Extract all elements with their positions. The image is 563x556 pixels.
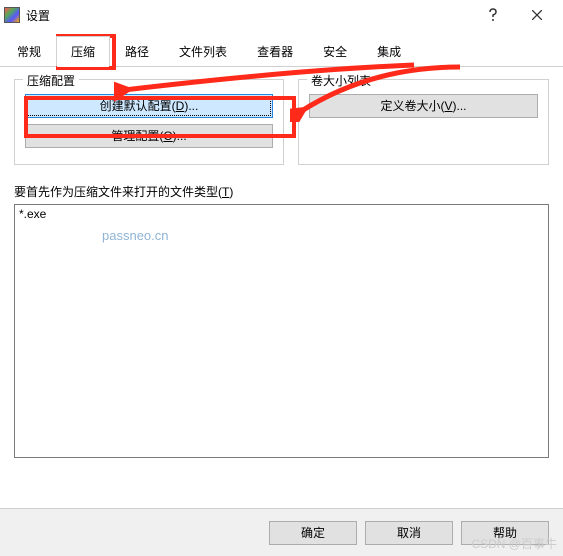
volume-legend: 卷大小列表 xyxy=(307,72,375,89)
dialog-button-row: 确定 取消 帮助 xyxy=(0,508,563,556)
tab-compress[interactable]: 压缩 xyxy=(56,36,110,66)
filetype-label: 要首先作为压缩文件来打开的文件类型(T) xyxy=(14,183,549,200)
cancel-button[interactable]: 取消 xyxy=(365,521,453,545)
compress-profile-group: 压缩配置 创建默认配置(D)... 管理配置(O)... xyxy=(14,79,284,165)
tab-filelist[interactable]: 文件列表 xyxy=(164,36,242,66)
tab-strip: 常规 压缩 路径 文件列表 查看器 安全 集成 xyxy=(0,36,563,67)
filetype-input[interactable] xyxy=(14,204,549,458)
close-button[interactable] xyxy=(515,1,559,29)
window-title: 设置 xyxy=(26,7,471,24)
tab-viewer[interactable]: 查看器 xyxy=(242,36,308,66)
app-icon xyxy=(4,7,20,23)
manage-profile-button[interactable]: 管理配置(O)... xyxy=(25,124,273,148)
filetype-section: 要首先作为压缩文件来打开的文件类型(T) xyxy=(14,183,549,461)
tab-security[interactable]: 安全 xyxy=(308,36,362,66)
help-dialog-button[interactable]: 帮助 xyxy=(461,521,549,545)
tab-path[interactable]: 路径 xyxy=(110,36,164,66)
ok-button[interactable]: 确定 xyxy=(269,521,357,545)
help-button[interactable] xyxy=(471,1,515,29)
compress-legend: 压缩配置 xyxy=(23,72,79,89)
define-volume-button[interactable]: 定义卷大小(V)... xyxy=(309,94,538,118)
volume-list-group: 卷大小列表 定义卷大小(V)... xyxy=(298,79,549,165)
create-default-profile-button[interactable]: 创建默认配置(D)... xyxy=(25,94,273,118)
tab-content: 压缩配置 创建默认配置(D)... 管理配置(O)... 卷大小列表 定义卷大小… xyxy=(0,67,563,473)
titlebar: 设置 xyxy=(0,0,563,30)
tab-general[interactable]: 常规 xyxy=(2,36,56,66)
tab-integration[interactable]: 集成 xyxy=(362,36,416,66)
